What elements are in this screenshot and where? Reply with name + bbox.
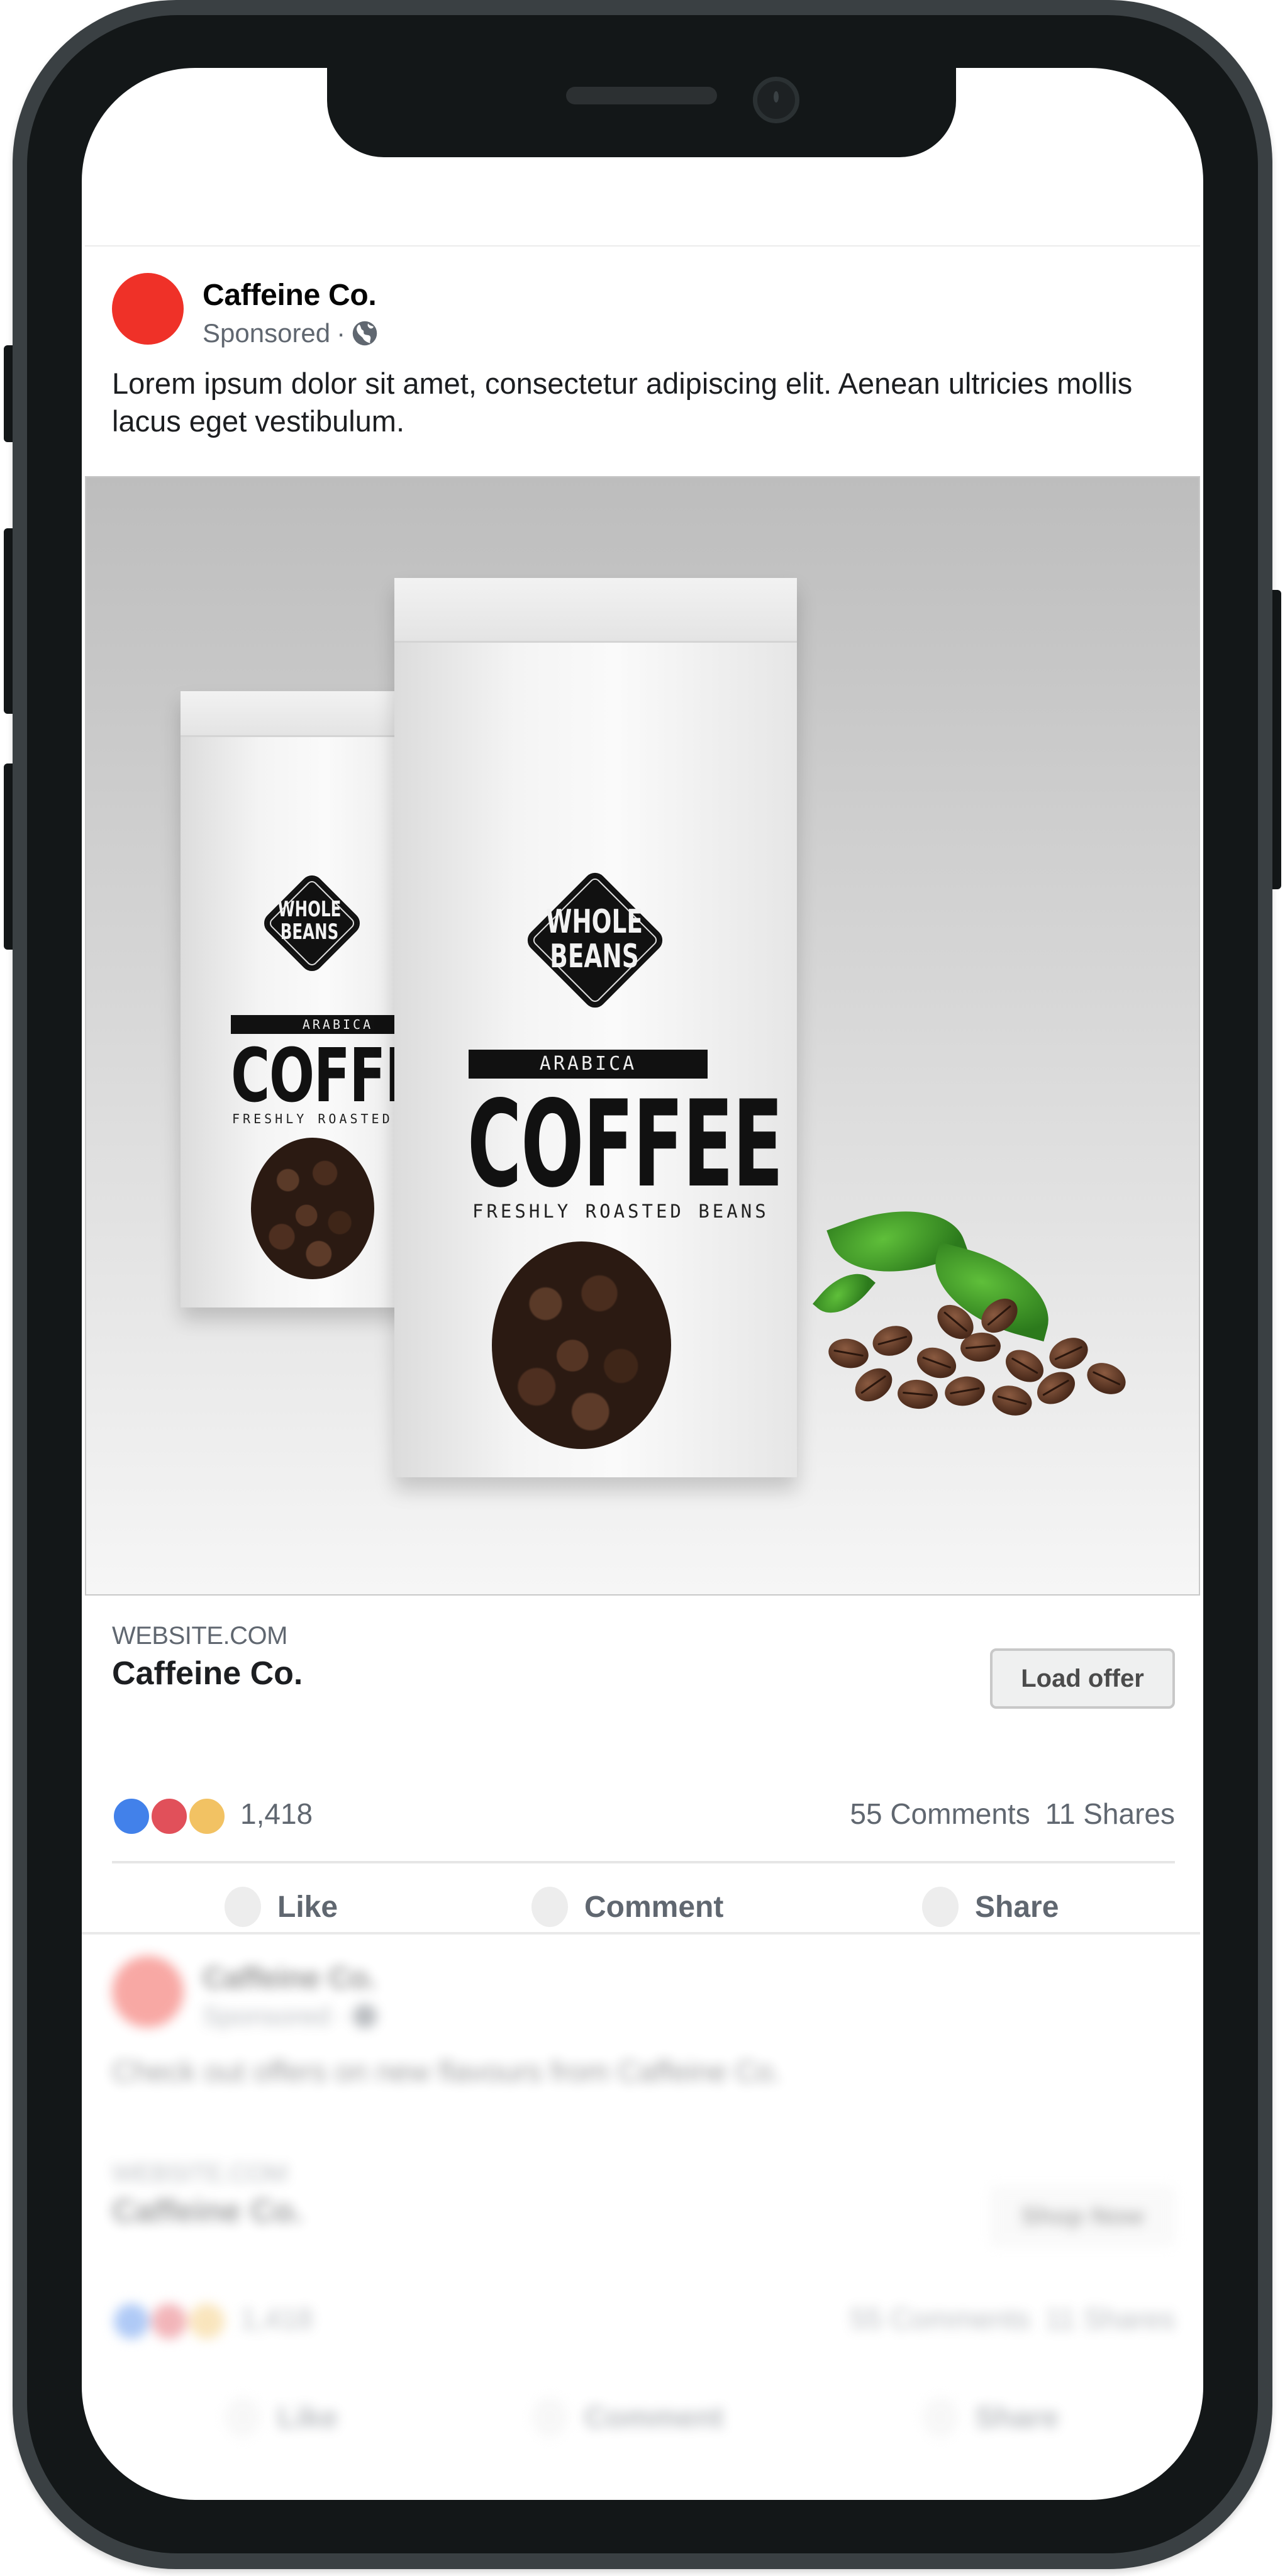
link-domain: WEBSITE.COM: [112, 2160, 287, 2187]
page-avatar[interactable]: [112, 273, 184, 345]
share-icon: [922, 1887, 959, 1927]
badge-text-line2: BEANS: [550, 937, 639, 975]
reaction-haha-icon: [187, 1797, 226, 1836]
globe-icon: [352, 321, 377, 346]
coffee-bean: [1044, 1331, 1093, 1375]
like-button[interactable]: Like: [225, 1882, 338, 1932]
like-button: Like: [225, 2392, 338, 2443]
share-button[interactable]: Share: [922, 1882, 1059, 1932]
reaction-count[interactable]: 1,418: [240, 1797, 313, 1831]
reaction-count: 1,418: [240, 2302, 313, 2335]
coffee-bean: [896, 1378, 939, 1411]
shares-count[interactable]: 11 Shares: [1045, 1797, 1175, 1830]
post-body-text: Check out offers on new flavours from Ca…: [112, 2055, 782, 2088]
share-label: Share: [975, 2401, 1059, 2434]
load-offer-button[interactable]: Load offer: [990, 1648, 1175, 1709]
coffee-bean: [989, 1381, 1035, 1420]
meta-separator: ·: [337, 2001, 346, 2031]
page-avatar: [112, 1956, 184, 2028]
stats-divider: [112, 1861, 1175, 1863]
coffee-leaf: [813, 1260, 876, 1326]
comment-label: Comment: [584, 2401, 724, 2434]
like-label: Like: [277, 1890, 338, 1924]
post-actions: Like Comment Share: [85, 1882, 1200, 1932]
sponsored-label: Sponsored: [203, 318, 331, 348]
meta-separator: ·: [337, 318, 346, 348]
reaction-icons: [112, 2302, 226, 2341]
comments-count[interactable]: 55 Comments: [850, 1797, 1030, 1830]
ad-image[interactable]: WHOLE BEANS ARABICA COFFEE FRESHLY ROAST…: [85, 476, 1200, 1596]
bean-window: [492, 1241, 671, 1449]
badge-text-line1: WHOLE: [546, 903, 643, 941]
engagement-stats: 1,418 55 Comments 11 Shares: [112, 1788, 1175, 1838]
comment-button: Comment: [531, 2392, 723, 2443]
coffee-bean: [848, 1361, 899, 1409]
comment-label: Comment: [584, 1890, 724, 1924]
reaction-love-icon: [150, 1797, 189, 1836]
reaction-like-icon: [112, 2302, 151, 2341]
sponsored-post-card: Caffeine Co. Sponsored · Lorem ipsum dol…: [85, 245, 1200, 1933]
phone-notch: [327, 63, 956, 157]
coffee-bean: [913, 1342, 960, 1384]
post-meta: Sponsored ·: [203, 318, 378, 348]
coffee-bean: [942, 1373, 987, 1409]
like-label: Like: [277, 2401, 338, 2434]
reaction-icons[interactable]: [112, 1797, 226, 1836]
coffee-bean: [826, 1335, 871, 1372]
reaction-haha-icon: [187, 2302, 226, 2341]
sponsored-label: Sponsored: [203, 2001, 331, 2031]
share-icon: [922, 2397, 959, 2438]
coffee-bag-front: WHOLE BEANS ARABICA COFFEE FRESHLY ROAST…: [394, 578, 797, 1477]
tagline: FRESHLY ROASTED BEANS: [472, 1201, 769, 1222]
like-icon: [225, 2397, 261, 2438]
badge-text-line1: WHOLE: [277, 897, 342, 922]
reaction-like-icon: [112, 1797, 151, 1836]
comment-icon: [531, 1887, 568, 1927]
shop-now-button: Shop Now: [990, 2186, 1175, 2246]
coffee-word: COFFEE: [467, 1075, 783, 1214]
page-name[interactable]: Caffeine Co.: [203, 278, 377, 313]
comment-button[interactable]: Comment: [531, 1882, 723, 1932]
shares-count: 11 Shares: [1045, 2302, 1175, 2335]
coffee-bean: [869, 1321, 916, 1360]
post-body-text: Lorem ipsum dolor sit amet, consectetur …: [112, 367, 1133, 438]
next-post-blurred: Caffeine Co. Sponsored · Check out offer…: [85, 1933, 1200, 2499]
engagement-stats: 1,418 55 Comments 11 Shares: [112, 2293, 1175, 2343]
post-actions: Like Comment Share: [85, 2392, 1200, 2443]
bean-window: [251, 1138, 374, 1279]
link-title: Caffeine Co.: [112, 2193, 303, 2229]
globe-icon: [352, 2004, 377, 2029]
phone-screen: Caffeine Co. Sponsored · Lorem ipsum dol…: [82, 68, 1203, 2500]
post-meta: Sponsored ·: [203, 2001, 378, 2031]
coffee-bean: [1082, 1357, 1131, 1401]
share-button: Share: [922, 2392, 1059, 2443]
reaction-love-icon: [150, 2302, 189, 2341]
link-title[interactable]: Caffeine Co.: [112, 1655, 303, 1692]
badge-text-line2: BEANS: [280, 919, 339, 945]
link-domain: WEBSITE.COM: [112, 1622, 287, 1650]
speaker-grille: [566, 87, 717, 104]
page-name: Caffeine Co.: [203, 1962, 377, 1995]
comment-icon: [531, 2397, 568, 2438]
front-camera: [753, 77, 799, 123]
like-icon: [225, 1887, 261, 1927]
share-label: Share: [975, 1890, 1059, 1924]
comments-count: 55 Comments: [850, 2302, 1030, 2335]
